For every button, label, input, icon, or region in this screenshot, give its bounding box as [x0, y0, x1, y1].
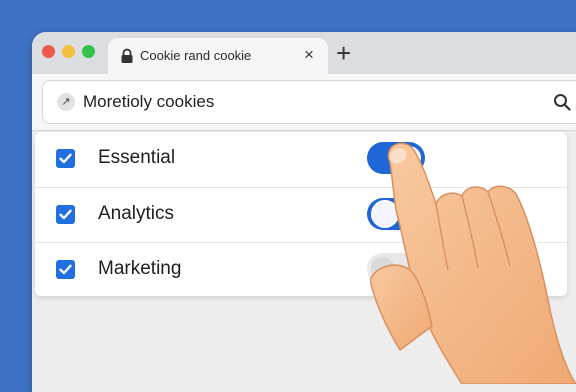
toggle-knob — [371, 200, 399, 228]
check-icon — [59, 264, 72, 275]
address-text: Moretioly cookies — [83, 92, 215, 111]
analytics-toggle[interactable] — [367, 198, 425, 230]
essential-toggle[interactable] — [367, 142, 425, 174]
check-icon — [59, 209, 72, 220]
title-bar: Cookie rand cookie × + — [32, 32, 576, 74]
check-icon — [59, 153, 72, 164]
marketing-label: Marketing — [98, 258, 182, 279]
minimize-window-button[interactable] — [62, 45, 75, 58]
close-window-button[interactable] — [42, 45, 55, 58]
search-icon[interactable] — [553, 93, 571, 111]
toggle-knob — [397, 146, 421, 170]
analytics-label: Analytics — [98, 203, 175, 224]
cookie-settings-panel: Essential Analytics Marketing — [35, 132, 567, 296]
analytics-checkbox[interactable] — [56, 205, 75, 224]
toggle-knob — [371, 257, 395, 281]
cookie-row-marketing: Marketing — [35, 242, 567, 298]
site-icon: ↗ — [57, 93, 75, 111]
marketing-checkbox[interactable] — [56, 260, 75, 279]
tab-title: Cookie rand cookie — [140, 48, 252, 63]
browser-tab[interactable]: Cookie rand cookie × — [108, 38, 328, 74]
essential-checkbox[interactable] — [56, 149, 75, 168]
tab-close-icon[interactable]: × — [304, 45, 314, 65]
browser-window: Cookie rand cookie × + ↗ Moretioly cooki… — [32, 32, 576, 392]
cookie-row-essential: Essential — [35, 132, 567, 187]
maximize-window-button[interactable] — [82, 45, 95, 58]
toolbar: ↗ Moretioly cookies — [32, 74, 576, 131]
lock-icon — [121, 48, 133, 63]
address-bar[interactable]: ↗ Moretioly cookies — [42, 80, 576, 124]
essential-label: Essential — [98, 147, 176, 168]
marketing-toggle[interactable] — [367, 253, 425, 285]
new-tab-button[interactable]: + — [336, 40, 351, 66]
cookie-row-analytics: Analytics — [35, 187, 567, 243]
